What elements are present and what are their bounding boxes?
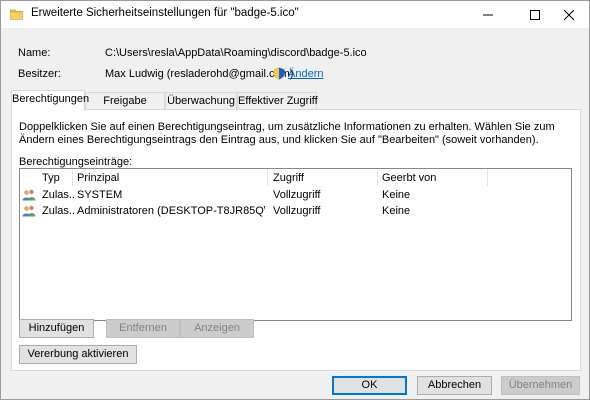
row-principal: Administratoren (DESKTOP-T8JR85Q\Admi... — [77, 205, 265, 217]
close-button[interactable] — [549, 1, 589, 28]
close-icon — [564, 9, 574, 20]
row-access: Vollzugriff — [273, 189, 321, 201]
column-header-inherited-from[interactable]: Geerbt von — [382, 172, 436, 184]
column-header-principal[interactable]: Prinzipal — [77, 172, 119, 184]
view-button-label: Anzeigen — [194, 322, 240, 334]
view-button[interactable]: Anzeigen — [180, 319, 254, 338]
owner-value: Max Ludwig (resladerohd@gmail.com) — [105, 68, 294, 80]
owner-label: Besitzer: — [18, 68, 61, 80]
enable-inheritance-button-label: Vererbung aktivieren — [27, 348, 129, 360]
title-bar: Erweiterte Sicherheitseinstellungen für … — [1, 1, 589, 28]
uac-shield-icon — [273, 67, 285, 80]
permission-entries-label: Berechtigungseinträge: — [19, 156, 133, 168]
list-header: Typ Prinzipal Zugriff Geerbt von — [20, 169, 571, 186]
row-inherited: Keine — [382, 189, 411, 201]
row-type: Zulas... — [42, 189, 74, 201]
row-inherited: Keine — [382, 205, 411, 217]
minimize-button[interactable] — [468, 1, 508, 28]
permissions-description: Doppelklicken Sie auf einen Berechtigung… — [19, 121, 555, 146]
enable-inheritance-button[interactable]: Vererbung aktivieren — [19, 345, 137, 364]
row-principal: SYSTEM — [77, 189, 123, 201]
users-icon — [22, 189, 36, 201]
add-button-label: Hinzufügen — [28, 322, 85, 334]
remove-button[interactable]: Entfernen — [106, 319, 180, 338]
column-header-type[interactable]: Typ — [42, 172, 60, 184]
change-owner-link[interactable]: Ändern — [288, 68, 323, 80]
apply-button[interactable]: Übernehmen — [501, 376, 580, 395]
maximize-icon — [530, 9, 540, 20]
row-type: Zulas... — [42, 205, 74, 217]
cancel-button[interactable]: Abbrechen — [417, 376, 492, 395]
apply-button-label: Übernehmen — [508, 379, 573, 391]
ok-button[interactable]: OK — [332, 376, 407, 395]
column-divider[interactable] — [377, 169, 378, 186]
users-icon — [22, 205, 36, 217]
remove-button-label: Entfernen — [119, 322, 167, 334]
permission-entries-list[interactable]: Typ Prinzipal Zugriff Geerbt von Zulas..… — [19, 168, 572, 321]
window-title: Erweiterte Sicherheitseinstellungen für … — [31, 7, 299, 19]
ok-button-label: OK — [361, 379, 378, 391]
minimize-icon — [483, 14, 493, 15]
add-button[interactable]: Hinzufügen — [19, 319, 94, 338]
column-divider[interactable] — [72, 169, 73, 186]
table-row[interactable]: Zulas... Administratoren (DESKTOP-T8JR85… — [20, 203, 571, 219]
permissions-panel: Doppelklicken Sie auf einen Berechtigung… — [11, 109, 581, 371]
row-access: Vollzugriff — [273, 205, 321, 217]
name-value: C:\Users\resla\AppData\Roaming\discord\b… — [105, 47, 367, 59]
advanced-security-dialog: Erweiterte Sicherheitseinstellungen für … — [0, 0, 590, 400]
column-header-access[interactable]: Zugriff — [273, 172, 304, 184]
table-row[interactable]: Zulas... SYSTEM Vollzugriff Keine — [20, 187, 571, 203]
name-label: Name: — [18, 47, 51, 59]
column-divider[interactable] — [487, 169, 488, 186]
tab-permissions[interactable]: Berechtigungen — [11, 90, 89, 111]
column-divider[interactable] — [267, 169, 268, 186]
cancel-button-label: Abbrechen — [427, 379, 482, 391]
folder-icon — [10, 9, 23, 20]
